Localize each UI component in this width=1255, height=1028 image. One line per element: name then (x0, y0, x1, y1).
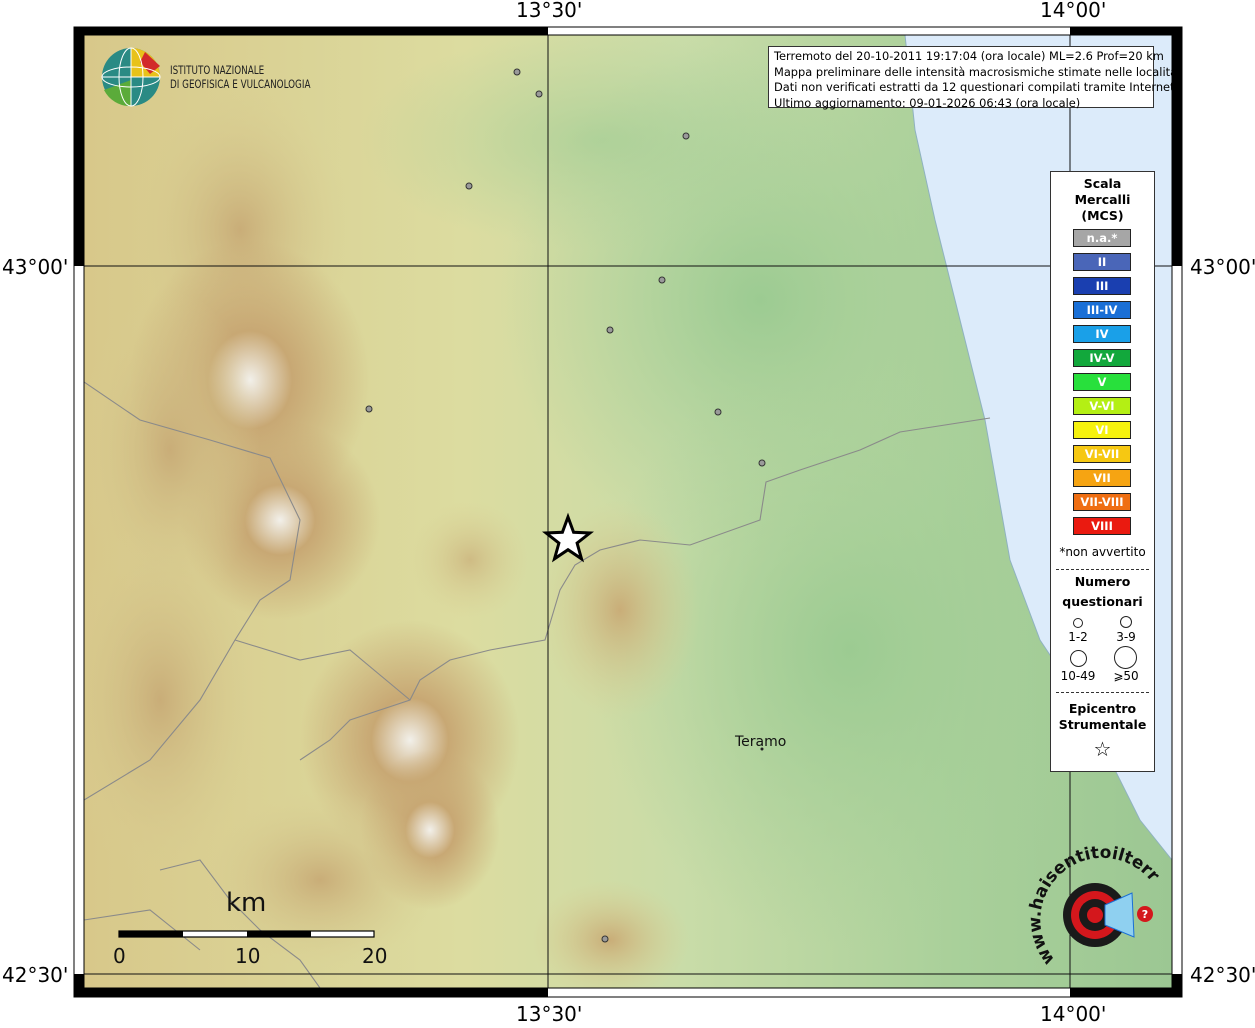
ingv-line-2: DI GEOFISICA E VULCANOLOGIA (170, 77, 311, 91)
scale-tick-20: 20 (362, 944, 388, 968)
legend-title: Scala Mercalli (MCS) (1051, 176, 1154, 224)
mcs-swatch-viii: VIII (1073, 517, 1131, 535)
epicenter-title-2: Strumentale (1058, 717, 1147, 732)
event-info-line-1: Terremoto del 20-10-2011 19:17:04 (ora l… (774, 49, 1164, 63)
mcs-swatch-ii: II (1073, 253, 1131, 271)
mcs-swatch-n-a: n.a.* (1073, 229, 1131, 247)
count-circle-small-icon (1073, 618, 1083, 628)
count-label-4: ⩾50 (1113, 669, 1139, 683)
locality-marker (365, 405, 373, 413)
legend-divider (1056, 569, 1149, 570)
locality-marker (714, 408, 722, 416)
locality-marker (758, 459, 766, 467)
mcs-swatch-vi: VI (1073, 421, 1131, 439)
locality-marker (601, 935, 609, 943)
count-circle-xlarge-icon (1114, 646, 1137, 669)
ingv-logo-icon (101, 47, 161, 107)
left-lat-label-2: 42°30' (2, 963, 69, 987)
top-lon-label-1: 13°30' (516, 0, 583, 22)
mcs-swatch-iv-v: IV-V (1073, 349, 1131, 367)
mcs-swatch-iii-iv: III-IV (1073, 301, 1131, 319)
count-circle-large-icon (1070, 650, 1087, 667)
event-info-line-3: Dati non verificati estratti da 12 quest… (774, 80, 1179, 94)
mcs-swatch-vi-vii: VI-VII (1073, 445, 1131, 463)
event-info-line-4: Ultimo aggiornamento: 09-01-2026 06:43 (… (774, 95, 1081, 110)
locality-marker (535, 90, 543, 98)
count-title-1: Numero (1074, 574, 1131, 589)
non-felt-note: *non avvertito (1059, 545, 1146, 559)
legend-divider (1056, 692, 1149, 693)
locality-marker (513, 68, 521, 76)
legend-title-line-2: Mercalli (1074, 192, 1131, 207)
mcs-swatch-v: V (1073, 373, 1131, 391)
place-label-teramo: Teramo (735, 734, 787, 750)
right-lat-label-2: 42°30' (1190, 963, 1255, 987)
locality-marker (658, 276, 666, 284)
right-lat-label-1: 43°00' (1190, 255, 1255, 279)
mcs-swatch-vii: VII (1073, 469, 1131, 487)
top-lon-label-2: 14°00' (1040, 0, 1107, 22)
locality-marker (682, 132, 690, 140)
epicenter-legend-star-icon: ☆ (1093, 737, 1112, 761)
bottom-lon-label-2: 14°00' (1040, 1002, 1107, 1026)
count-label-3: 10-49 (1060, 669, 1096, 683)
scale-unit: km (226, 888, 267, 918)
count-circle-medium-icon (1120, 616, 1132, 628)
mcs-swatch-v-vi: V-VI (1073, 397, 1131, 415)
ingv-logo-text: ISTITUTO NAZIONALE DI GEOFISICA E VULCAN… (170, 63, 310, 91)
legend-title-line-3: (MCS) (1081, 208, 1124, 223)
event-info-line-2: Mappa preliminare delle intensità macros… (774, 64, 1178, 79)
mcs-swatch-iii: III (1073, 277, 1131, 295)
ingv-line-1: ISTITUTO NAZIONALE (170, 63, 265, 77)
count-title-2: questionari (1062, 594, 1143, 609)
event-info-box: Terremoto del 20-10-2011 19:17:04 (ora l… (768, 46, 1179, 110)
locality-marker (606, 326, 614, 334)
bottom-lon-label-1: 13°30' (516, 1002, 583, 1026)
legend-title-line-1: Scala (1083, 176, 1122, 191)
macroseismic-map: ? www.haisentitoilterremoto.it 13°30' 14… (0, 0, 1255, 1026)
mcs-legend: Scala Mercalli (MCS) n.a.* II III III-IV IV I… (1050, 171, 1155, 772)
count-label-2: 3-9 (1116, 630, 1136, 644)
epicenter-title-1: Epicentro (1068, 701, 1137, 716)
mcs-swatch-iv: IV (1073, 325, 1131, 343)
mcs-swatch-vii-viii: VII-VIII (1073, 493, 1131, 511)
scale-tick-0: 0 (113, 944, 126, 968)
scale-bar (118, 930, 375, 938)
locality-marker (465, 182, 473, 190)
scale-tick-10: 10 (235, 944, 261, 968)
count-label-1: 1-2 (1068, 630, 1088, 644)
svg-text:?: ? (1142, 908, 1148, 921)
left-lat-label-1: 43°00' (2, 255, 69, 279)
terrain (84, 35, 1172, 988)
